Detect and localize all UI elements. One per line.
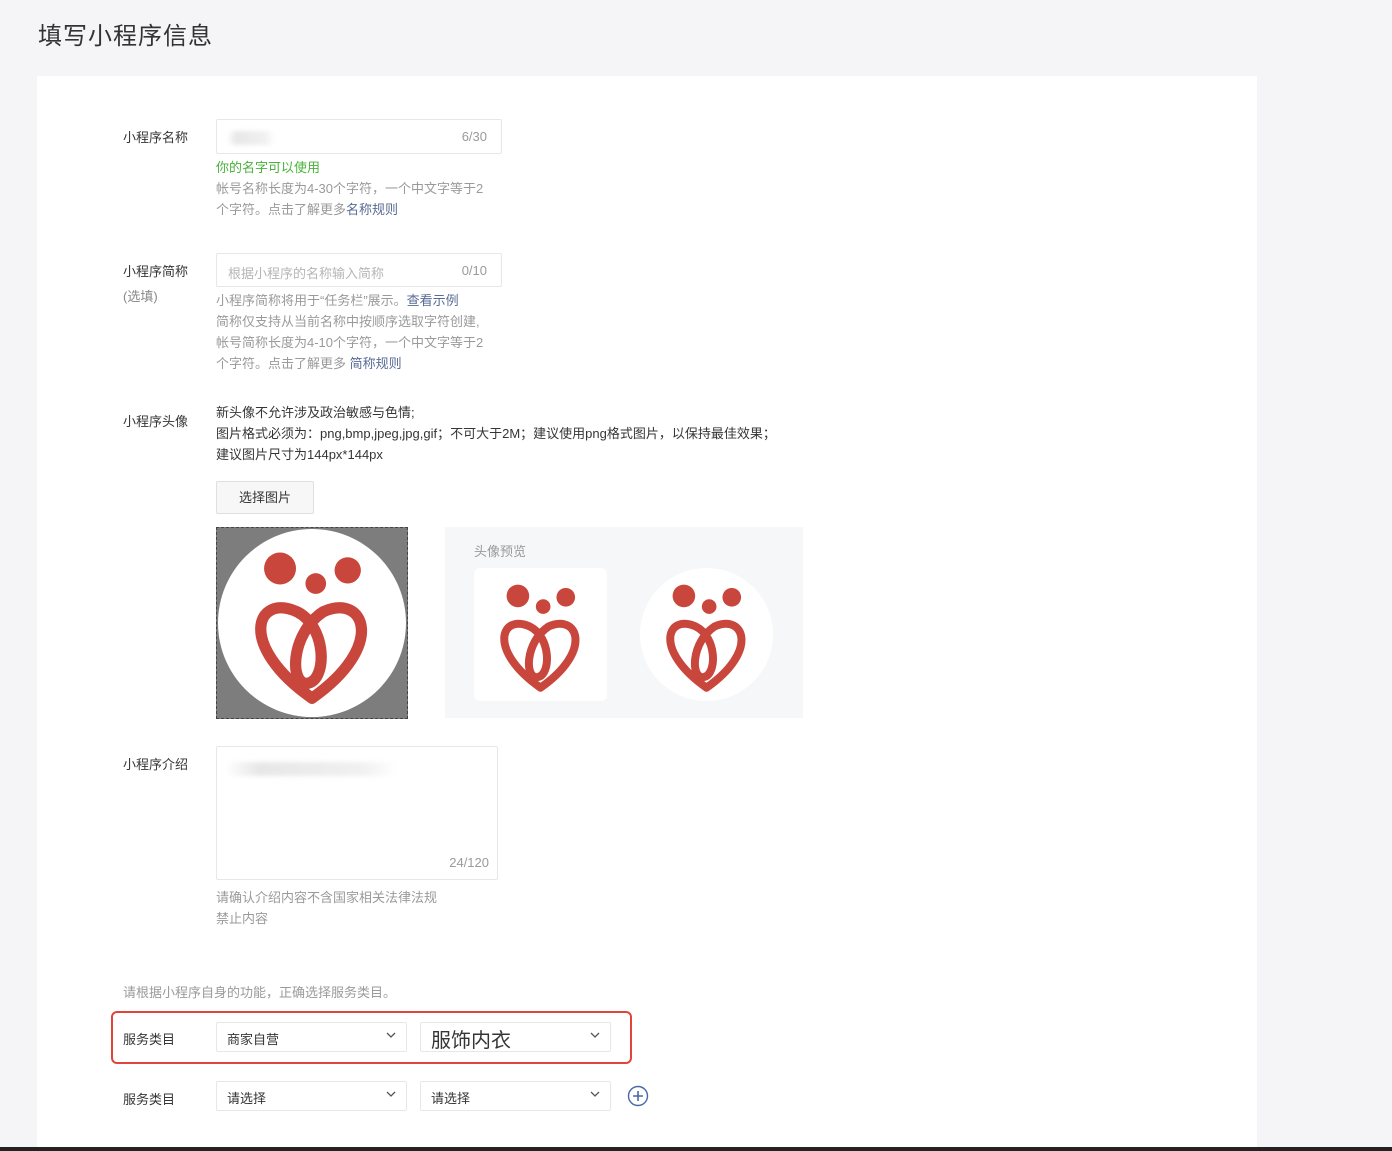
category-row-2-secondary-select[interactable]: 请选择 [420, 1081, 611, 1111]
name-counter: 6/30 [461, 129, 487, 144]
category-row-1-secondary-select[interactable]: 服饰内衣 [420, 1022, 611, 1052]
intro-counter: 24/120 [449, 855, 489, 870]
short-name-input[interactable]: 根据小程序的名称输入简称 0/10 [216, 253, 502, 287]
category-row-2-label: 服务类目 [123, 1092, 176, 1107]
name-status: 你的名字可以使用 [216, 160, 321, 175]
avatar-rule-2: 图片格式必须为：png,bmp,jpeg,jpg,gif；不可大于2M；建议使用… [216, 426, 776, 441]
family-heart-logo-icon [666, 584, 746, 692]
intro-label: 小程序介绍 [123, 757, 189, 772]
chevron-down-icon [590, 1091, 600, 1097]
bottom-bar [0, 1147, 1392, 1151]
chevron-down-icon [590, 1032, 600, 1038]
family-heart-logo-icon [500, 584, 580, 692]
chevron-down-icon [386, 1091, 396, 1097]
avatar-rule-3: 建议图片尺寸为144px*144px [216, 447, 383, 462]
short-name-hint-line3: 帐号简称长度为4-10个字符，一个中文字等于2 [216, 335, 484, 350]
short-name-hint-line4: 个字符。点击了解更多 [216, 356, 350, 371]
name-label: 小程序名称 [123, 130, 189, 145]
short-name-placeholder: 根据小程序的名称输入简称 [228, 266, 385, 281]
chevron-down-icon [386, 1032, 396, 1038]
category-row-2-primary-value: 请选择 [227, 1091, 267, 1106]
short-name-counter: 0/10 [461, 263, 487, 278]
avatar-crop-circle [218, 529, 406, 717]
name-rules-link[interactable]: 名称规则 [346, 202, 398, 217]
name-hint-line2: 个字符。点击了解更多 [216, 202, 347, 217]
category-row-1-secondary-value: 服饰内衣 [431, 1030, 511, 1052]
category-row-1-label: 服务类目 [123, 1032, 176, 1047]
avatar-preview-square [474, 568, 607, 701]
short-name-hint-line2: 简称仅支持从当前名称中按顺序选取字符创建, [216, 314, 480, 329]
name-hint: 你的名字可以使用 帐号名称长度为4-30个字符，一个中文字等于2 个字符。点击了… [216, 157, 516, 220]
short-name-hint: 小程序简称将用于“任务栏”展示。查看示例 简称仅支持从当前名称中按顺序选取字符创… [216, 290, 516, 374]
category-row-2-primary-select[interactable]: 请选择 [216, 1081, 407, 1111]
avatar-label: 小程序头像 [123, 414, 189, 429]
avatar-preview-panel: 头像预览 [445, 527, 803, 718]
category-row-2-secondary-value: 请选择 [431, 1091, 471, 1106]
name-hint-line1: 帐号名称长度为4-30个字符，一个中文字等于2 [216, 181, 484, 196]
avatar-preview-title: 头像预览 [474, 544, 527, 559]
intro-textarea[interactable]: 24/120 [216, 746, 498, 880]
intro-hint-line2: 禁止内容 [216, 911, 269, 926]
category-row-1-primary-value: 商家自营 [227, 1032, 280, 1047]
category-notice: 请根据小程序自身的功能，正确选择服务类目。 [123, 985, 397, 1000]
add-category-icon[interactable] [627, 1085, 649, 1107]
short-name-label-text: 小程序简称 [123, 264, 189, 279]
name-redacted [227, 131, 275, 145]
avatar-rules: 新头像不允许涉及政治敏感与色情; 图片格式必须为：png,bmp,jpeg,jp… [216, 402, 776, 465]
short-name-rules-link[interactable]: 简称规则 [350, 356, 402, 371]
family-heart-logo-icon [255, 552, 367, 704]
intro-hint-line1: 请确认介绍内容不含国家相关法律法规 [216, 890, 438, 905]
category-row-1-primary-select[interactable]: 商家自营 [216, 1022, 407, 1052]
intro-hint: 请确认介绍内容不含国家相关法律法规 禁止内容 [216, 887, 516, 929]
short-name-label: 小程序简称 (选填) [123, 261, 188, 305]
short-name-hint-line1: 小程序简称将用于“任务栏”展示。 [216, 293, 407, 308]
intro-redacted [225, 762, 397, 776]
view-example-link[interactable]: 查看示例 [407, 293, 459, 308]
avatar-preview-round [640, 568, 773, 701]
avatar-rule-1: 新头像不允许涉及政治敏感与色情; [216, 405, 415, 420]
name-input[interactable]: 6/30 [216, 119, 502, 154]
choose-image-button[interactable]: 选择图片 [216, 481, 314, 514]
page-title: 填写小程序信息 [38, 23, 213, 50]
short-name-optional: (选填) [123, 289, 158, 304]
avatar-crop-area[interactable] [216, 527, 408, 719]
